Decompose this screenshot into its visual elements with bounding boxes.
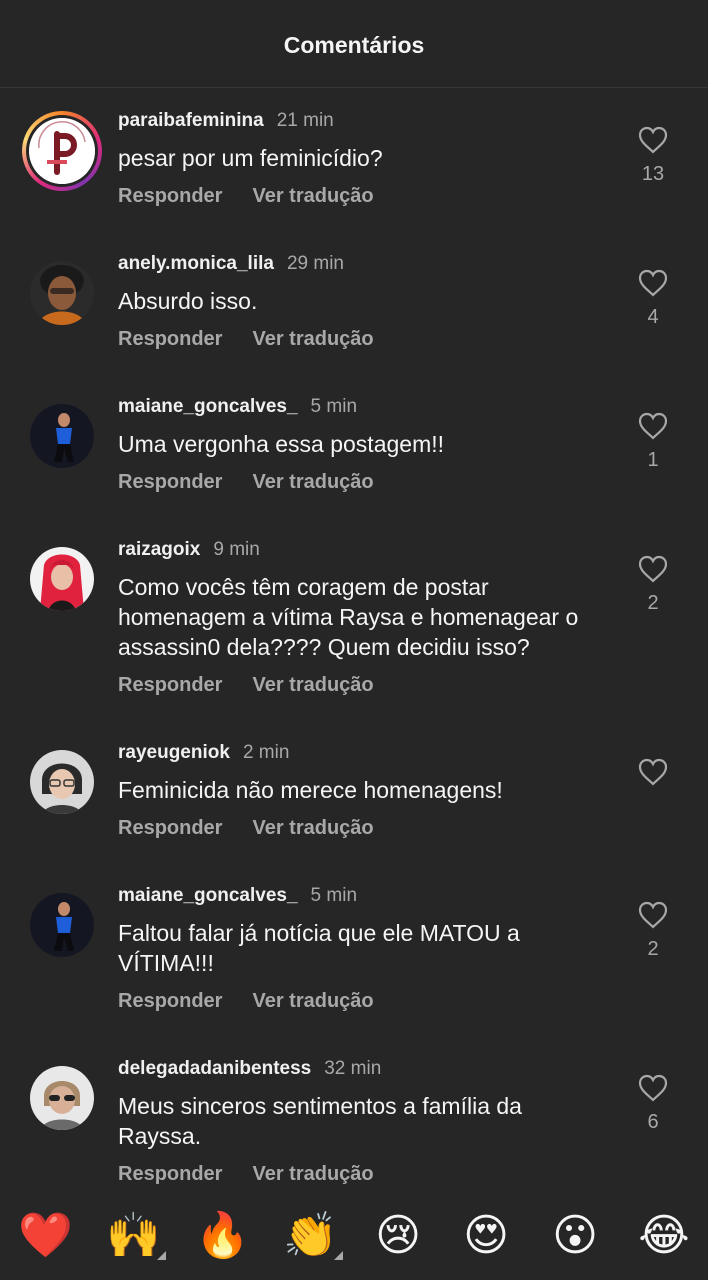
avatar[interactable]	[30, 893, 94, 957]
page-title: Comentários	[283, 32, 425, 58]
raising-hands-emoji[interactable]: 🙌	[106, 1210, 161, 1262]
comment-time: 29 min	[286, 253, 344, 274]
heart-icon	[638, 1074, 668, 1102]
see-translation-button[interactable]: Ver tradução	[252, 990, 373, 1013]
heart-icon	[638, 269, 668, 297]
skin-tone-indicator-icon	[334, 1251, 343, 1260]
user-photo	[30, 404, 94, 468]
like-button[interactable]: 2	[630, 555, 676, 615]
comment-username[interactable]: maiane_goncalves_	[118, 885, 298, 907]
heart-icon	[638, 901, 668, 929]
reply-button[interactable]: Responder	[118, 990, 222, 1013]
clapping-hands-emoji[interactable]: 👏	[283, 1210, 338, 1262]
tears-of-joy-emoji[interactable]: 😂	[638, 1210, 690, 1262]
like-button[interactable]: 2	[630, 901, 676, 961]
heart-icon	[638, 758, 668, 786]
comment-time: 5 min	[310, 396, 358, 417]
avatar[interactable]	[30, 547, 94, 611]
heart-eyes-emoji[interactable]: 😍	[460, 1210, 512, 1262]
comment-time: 32 min	[324, 1058, 382, 1079]
comment-text: Feminicida não merece homenagens!	[118, 777, 503, 803]
red-heart-emoji[interactable]: ❤️	[18, 1210, 73, 1262]
user-photo	[30, 261, 94, 325]
skin-tone-indicator-icon	[157, 1251, 166, 1260]
comment-username[interactable]: raizagoix	[118, 539, 200, 561]
comment-time: 2 min	[242, 742, 290, 763]
comment-username[interactable]: rayeugeniok	[118, 742, 230, 764]
reply-button[interactable]: Responder	[118, 185, 222, 208]
avatar[interactable]	[30, 1066, 94, 1130]
like-count: 2	[647, 592, 659, 614]
like-count: 13	[641, 163, 665, 185]
comment-text: Faltou falar já notícia que ele MATOU a …	[118, 920, 520, 976]
comment-list[interactable]: paraibafeminina 21 min pesar por um femi…	[0, 89, 708, 1187]
reply-button[interactable]: Responder	[118, 1163, 222, 1186]
comment-time: 21 min	[276, 110, 334, 131]
heart-icon	[638, 555, 668, 583]
reply-button[interactable]: Responder	[118, 674, 222, 697]
like-count: 1	[647, 449, 659, 471]
see-translation-button[interactable]: Ver tradução	[252, 1163, 373, 1186]
like-button[interactable]: 13	[630, 126, 676, 186]
comments-header: Comentários	[0, 0, 708, 88]
comment-text: Absurdo isso.	[118, 288, 258, 314]
like-count: 6	[647, 1111, 659, 1133]
comment-text: pesar por um feminicídio?	[118, 145, 383, 171]
user-photo	[30, 547, 94, 611]
like-button[interactable]: 6	[630, 1074, 676, 1134]
see-translation-button[interactable]: Ver tradução	[252, 185, 373, 208]
fire-emoji[interactable]: 🔥	[195, 1210, 250, 1262]
see-translation-button[interactable]: Ver tradução	[252, 328, 373, 351]
avatar[interactable]	[30, 750, 94, 814]
reply-button[interactable]: Responder	[118, 817, 222, 840]
surprised-face-emoji[interactable]: 😮	[549, 1210, 601, 1262]
comment-text: Uma vergonha essa postagem!!	[118, 431, 445, 457]
comment-username[interactable]: anely.monica_lila	[118, 253, 274, 275]
paraiba-feminina-logo	[29, 118, 95, 184]
reply-button[interactable]: Responder	[118, 328, 222, 351]
see-translation-button[interactable]: Ver tradução	[252, 817, 373, 840]
comment-time: 9 min	[213, 539, 260, 560]
crying-face-emoji[interactable]: 😢	[372, 1210, 424, 1262]
heart-icon	[638, 126, 668, 154]
comment-time: 5 min	[310, 885, 358, 906]
comment-text: Como vocês têm coragem de postar homenag…	[118, 574, 579, 660]
like-count: 2	[647, 938, 659, 960]
see-translation-button[interactable]: Ver tradução	[252, 471, 373, 494]
like-count: 4	[647, 306, 659, 328]
like-button[interactable]: 1	[630, 412, 676, 472]
comment-username[interactable]: delegadadanibentess	[118, 1058, 311, 1080]
heart-icon	[638, 412, 668, 440]
avatar[interactable]	[30, 261, 94, 325]
emoji-reaction-bar: ❤️ 🙌 🔥 👏 😢 😍 😮 😂	[0, 1188, 708, 1280]
reply-button[interactable]: Responder	[118, 471, 222, 494]
see-translation-button[interactable]: Ver tradução	[252, 674, 373, 697]
like-button[interactable]: 4	[630, 269, 676, 329]
user-photo	[30, 1066, 94, 1130]
comment-text: Meus sinceros sentimentos a família da R…	[118, 1093, 522, 1149]
comment-username[interactable]: paraibafeminina	[118, 110, 264, 132]
avatar[interactable]	[22, 111, 102, 191]
comment-username[interactable]: maiane_goncalves_	[118, 396, 298, 418]
user-photo	[30, 893, 94, 957]
user-photo	[30, 750, 94, 814]
like-button[interactable]	[630, 758, 676, 795]
avatar[interactable]	[30, 404, 94, 468]
